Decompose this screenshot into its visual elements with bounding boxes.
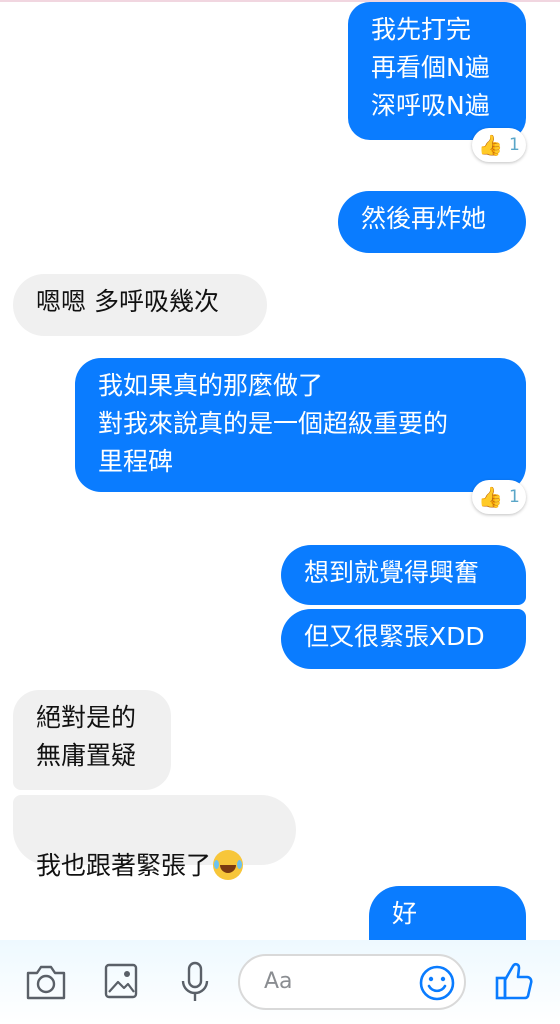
reaction-count: 1 bbox=[509, 135, 520, 155]
microphone-icon[interactable] bbox=[178, 960, 212, 1004]
message-bubble-outgoing[interactable]: 想到就覺得興奮 bbox=[281, 545, 526, 605]
camera-icon[interactable] bbox=[25, 963, 67, 1001]
message-input[interactable]: Aa bbox=[238, 954, 466, 1010]
message-bubble-outgoing[interactable]: 然後再炸她 bbox=[338, 191, 526, 253]
message-bubble-outgoing[interactable]: 我先打完 再看個N遍 深呼吸N遍 bbox=[348, 2, 526, 140]
message-bubble-outgoing[interactable]: 但又很緊張XDD bbox=[281, 609, 526, 669]
message-input-placeholder: Aa bbox=[264, 969, 293, 994]
like-icon[interactable] bbox=[494, 960, 534, 1002]
message-bubble-outgoing[interactable]: 我如果真的那麼做了 對我來說真的是一個超級重要的 里程碑 bbox=[75, 358, 526, 492]
message-bubble-incoming[interactable]: 嗯嗯 多呼吸幾次 bbox=[13, 274, 267, 336]
reaction-count: 1 bbox=[509, 487, 520, 507]
message-text: 我也跟著緊張了 bbox=[36, 851, 212, 880]
smiley-icon[interactable] bbox=[418, 964, 456, 1002]
message-reaction[interactable]: 👍 1 bbox=[472, 480, 526, 514]
message-reaction[interactable]: 👍 1 bbox=[472, 128, 526, 162]
gallery-icon[interactable] bbox=[103, 962, 139, 1000]
message-bubble-incoming[interactable]: 絕對是的 無庸置疑 bbox=[13, 690, 171, 790]
thumbs-up-emoji: 👍 bbox=[478, 133, 504, 157]
thumbs-up-emoji: 👍 bbox=[478, 485, 504, 509]
laughing-tears-emoji bbox=[213, 850, 244, 880]
message-bubble-incoming[interactable]: 我也跟著緊張了 bbox=[13, 795, 296, 880]
